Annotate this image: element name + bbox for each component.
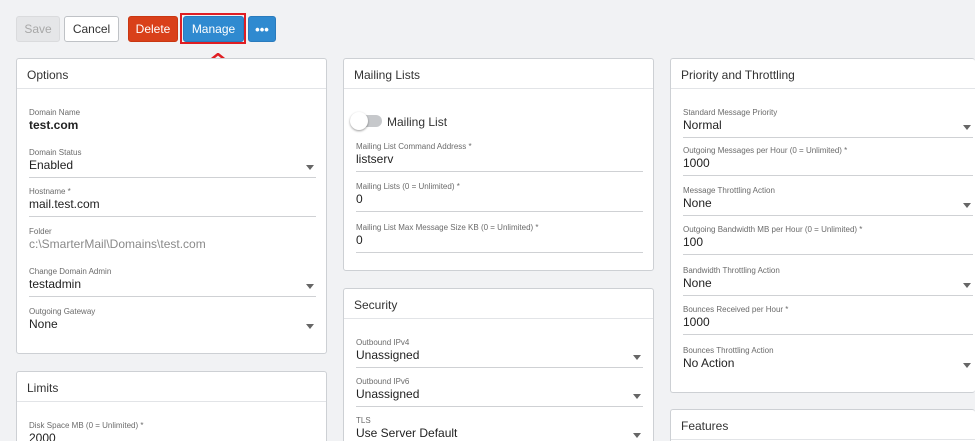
toggle-knob xyxy=(350,112,368,130)
hostname-value: mail.test.com xyxy=(29,197,100,211)
outgoing-bandwidth-label: Outgoing Bandwidth MB per Hour (0 = Unli… xyxy=(683,225,863,234)
chevron-down-icon xyxy=(963,363,971,368)
toolbar: Save Cancel Delete Manage ••• xyxy=(0,0,975,89)
mailing-lists-card: Mailing Lists Mailing List Command Addre… xyxy=(343,58,654,271)
save-button[interactable]: Save xyxy=(16,16,60,42)
chevron-down-icon xyxy=(633,433,641,438)
folder-value: c:\SmarterMail\Domains\test.com xyxy=(29,237,206,251)
outgoing-gateway-select[interactable]: Outgoing Gateway None xyxy=(29,307,316,338)
bounces-throttling-label: Bounces Throttling Action xyxy=(683,346,774,355)
options-card: Options Domain Name test.com Domain Stat… xyxy=(16,58,327,354)
chevron-down-icon xyxy=(963,283,971,288)
max-message-size-value: 0 xyxy=(356,233,363,247)
disk-space-label: Disk Space MB (0 = Unlimited) * xyxy=(29,421,144,430)
disk-space-value: 2000 xyxy=(29,431,56,441)
bounces-throttling-value: No Action xyxy=(683,356,735,370)
domain-name-field: Domain Name test.com xyxy=(29,108,316,133)
chevron-down-icon xyxy=(306,284,314,289)
mailing-lists-card-title: Mailing Lists xyxy=(344,59,653,89)
max-message-size-label: Mailing List Max Message Size KB (0 = Un… xyxy=(356,223,539,232)
outbound-ipv4-select[interactable]: Outbound IPv4 Unassigned xyxy=(356,338,643,369)
domain-name-value: test.com xyxy=(29,118,79,132)
tls-value: Use Server Default xyxy=(356,426,458,440)
chevron-down-icon xyxy=(963,203,971,208)
manage-highlight-box xyxy=(180,13,246,44)
message-throttling-value: None xyxy=(683,196,712,210)
mailing-lists-count-label: Mailing Lists (0 = Unlimited) * xyxy=(356,182,460,191)
cancel-button[interactable]: Cancel xyxy=(64,16,119,42)
folder-label: Folder xyxy=(29,227,52,236)
outgoing-bandwidth-value: 100 xyxy=(683,235,704,249)
folder-field: Folder c:\SmarterMail\Domains\test.com xyxy=(29,227,316,252)
bounces-received-value: 1000 xyxy=(683,315,710,329)
security-card-title: Security xyxy=(344,289,653,319)
domain-status-value: Enabled xyxy=(29,158,74,172)
more-actions-button[interactable]: ••• xyxy=(248,16,276,42)
outgoing-messages-value: 1000 xyxy=(683,156,710,170)
outbound-ipv6-select[interactable]: Outbound IPv6 Unassigned xyxy=(356,377,643,408)
chevron-down-icon xyxy=(306,165,314,170)
command-address-input[interactable]: Mailing List Command Address * listserv xyxy=(356,142,643,173)
mailing-list-toggle[interactable] xyxy=(350,112,382,130)
outbound-ipv6-value: Unassigned xyxy=(356,387,420,401)
outbound-ipv4-value: Unassigned xyxy=(356,348,420,362)
outgoing-bandwidth-input[interactable]: Outgoing Bandwidth MB per Hour (0 = Unli… xyxy=(683,225,973,256)
limits-card-title: Limits xyxy=(17,372,326,402)
command-address-label: Mailing List Command Address * xyxy=(356,142,472,151)
mailing-list-toggle-label: Mailing List xyxy=(387,115,448,129)
security-card: Security Outbound IPv4 Unassigned Outbou… xyxy=(343,288,654,441)
standard-priority-select[interactable]: Standard Message Priority Normal xyxy=(683,108,973,139)
outgoing-messages-input[interactable]: Outgoing Messages per Hour (0 = Unlimite… xyxy=(683,146,973,177)
features-card: Features xyxy=(670,409,975,441)
mailing-lists-count-value: 0 xyxy=(356,192,363,206)
tls-label: TLS xyxy=(356,416,371,425)
hostname-label: Hostname * xyxy=(29,187,71,196)
options-card-title: Options xyxy=(17,59,326,89)
standard-priority-label: Standard Message Priority xyxy=(683,108,778,117)
hostname-input[interactable]: Hostname * mail.test.com xyxy=(29,187,316,218)
priority-throttling-card: Priority and Throttling Standard Message… xyxy=(670,58,975,393)
tls-select[interactable]: TLS Use Server Default xyxy=(356,416,643,441)
outgoing-messages-label: Outgoing Messages per Hour (0 = Unlimite… xyxy=(683,146,848,155)
message-throttling-label: Message Throttling Action xyxy=(683,186,775,195)
limits-card: Limits Disk Space MB (0 = Unlimited) * 2… xyxy=(16,371,327,441)
change-domain-admin-select[interactable]: Change Domain Admin testadmin xyxy=(29,267,316,298)
max-message-size-input[interactable]: Mailing List Max Message Size KB (0 = Un… xyxy=(356,223,643,254)
bounces-received-label: Bounces Received per Hour * xyxy=(683,305,789,314)
standard-priority-value: Normal xyxy=(683,118,722,132)
bounces-received-input[interactable]: Bounces Received per Hour * 1000 xyxy=(683,305,973,336)
domain-status-label: Domain Status xyxy=(29,148,82,157)
change-domain-admin-label: Change Domain Admin xyxy=(29,267,112,276)
domain-name-label: Domain Name xyxy=(29,108,81,117)
chevron-down-icon xyxy=(633,355,641,360)
command-address-value: listserv xyxy=(356,152,394,166)
message-throttling-select[interactable]: Message Throttling Action None xyxy=(683,186,973,217)
outbound-ipv6-label: Outbound IPv6 xyxy=(356,377,410,386)
outgoing-gateway-value: None xyxy=(29,317,58,331)
mailing-lists-count-input[interactable]: Mailing Lists (0 = Unlimited) * 0 xyxy=(356,182,643,213)
domain-status-select[interactable]: Domain Status Enabled xyxy=(29,148,316,179)
priority-throttling-card-title: Priority and Throttling xyxy=(671,59,975,89)
features-card-title: Features xyxy=(671,410,975,440)
bounces-throttling-select[interactable]: Bounces Throttling Action No Action xyxy=(683,346,973,377)
outbound-ipv4-label: Outbound IPv4 xyxy=(356,338,410,347)
bandwidth-throttling-value: None xyxy=(683,276,712,290)
chevron-down-icon xyxy=(633,394,641,399)
chevron-down-icon xyxy=(963,125,971,130)
disk-space-input[interactable]: Disk Space MB (0 = Unlimited) * 2000 xyxy=(29,421,316,441)
change-domain-admin-value: testadmin xyxy=(29,277,82,291)
delete-button[interactable]: Delete xyxy=(128,16,178,42)
outgoing-gateway-label: Outgoing Gateway xyxy=(29,307,96,316)
chevron-down-icon xyxy=(306,324,314,329)
bandwidth-throttling-select[interactable]: Bandwidth Throttling Action None xyxy=(683,266,973,297)
bandwidth-throttling-label: Bandwidth Throttling Action xyxy=(683,266,780,275)
